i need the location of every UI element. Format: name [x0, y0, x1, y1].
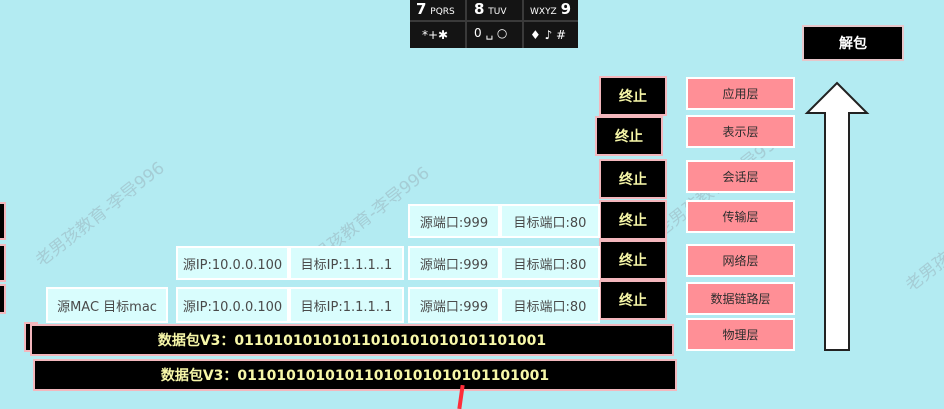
- src-ip-cell: 源IP:10.0.0.100: [176, 246, 289, 280]
- phone-keypad-image: 7 PQRS 8 TUV WXYZ 9 *+✱ 0 ␣ ○ ♦ ♪ #: [410, 0, 578, 48]
- mac-cell: 源MAC 目标mac: [46, 287, 168, 323]
- src-port-cell: 源端口:999: [408, 204, 500, 238]
- keypad-divider: [465, 0, 467, 48]
- stop-label-session: 终止: [599, 159, 667, 199]
- dst-port-cell: 目标端口:80: [500, 246, 600, 280]
- dst-ip-cell: 目标IP:1.1.1..1: [289, 287, 404, 323]
- clipped-label: [0, 284, 6, 314]
- dst-port-cell: 目标端口:80: [500, 204, 600, 238]
- stop-label-presentation: 终止: [595, 116, 663, 156]
- clipped-label: [0, 202, 6, 240]
- key-star: *+✱: [422, 28, 449, 42]
- clipped-label: [0, 244, 6, 282]
- layer-application: 应用层: [686, 77, 795, 110]
- stop-label-network: 终止: [599, 240, 667, 280]
- keypad-divider: [522, 0, 524, 48]
- stop-label-transport: 终止: [599, 200, 667, 240]
- unpack-button[interactable]: 解包: [802, 25, 904, 61]
- src-ip-cell: 源IP:10.0.0.100: [176, 287, 289, 323]
- keypad-divider: [410, 20, 578, 22]
- key-8: 8 TUV: [474, 0, 507, 18]
- layer-presentation: 表示层: [686, 115, 795, 148]
- watermark: 老男孩教育-李导996: [902, 183, 944, 296]
- stop-label-application: 终止: [599, 76, 667, 116]
- dst-port-cell: 目标端口:80: [500, 287, 600, 323]
- stop-label-datalink: 终止: [599, 280, 667, 320]
- layer-datalink: 数据链路层: [686, 282, 795, 315]
- dst-ip-cell: 目标IP:1.1.1..1: [289, 246, 404, 280]
- layer-physical: 物理层: [686, 318, 795, 351]
- watermark: 老男孩教育-李导996: [32, 158, 169, 271]
- src-port-cell: 源端口:999: [408, 246, 500, 280]
- key-0: 0 ␣ ○: [474, 26, 508, 40]
- up-arrow-icon: [804, 81, 870, 351]
- packet-bar: 数据包V3：01101010101011010101010101101001: [30, 324, 674, 356]
- key-9: WXYZ 9: [530, 0, 571, 18]
- key-hash: ♦ ♪ #: [530, 28, 567, 42]
- src-port-cell: 源端口:999: [408, 287, 500, 323]
- packet-bar: 数据包V3：01101010101011010101010101101001: [33, 359, 677, 391]
- layer-session: 会话层: [686, 160, 795, 193]
- key-7: 7 PQRS: [416, 0, 455, 18]
- layer-transport: 传输层: [686, 200, 795, 233]
- layer-network: 网络层: [686, 244, 795, 277]
